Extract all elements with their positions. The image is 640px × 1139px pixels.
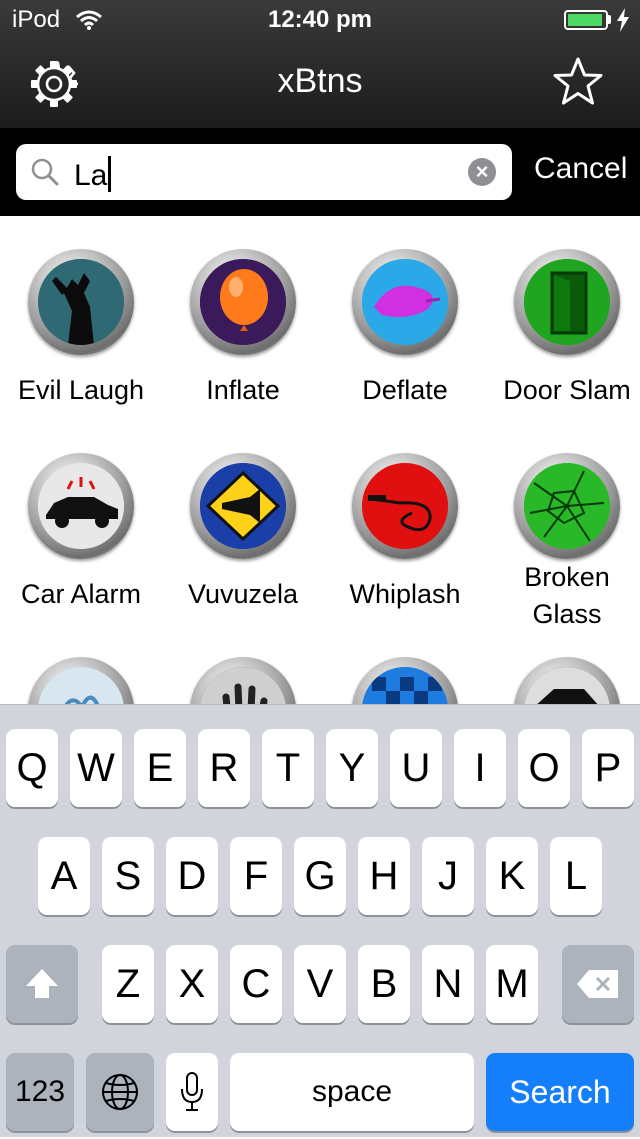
globe-icon bbox=[102, 1074, 138, 1110]
door-icon bbox=[514, 249, 620, 355]
key-l[interactable]: L bbox=[550, 837, 602, 915]
sound-button[interactable]: Deflate bbox=[324, 249, 486, 429]
key-i[interactable]: I bbox=[454, 729, 506, 807]
search-bar: La × Cancel bbox=[0, 128, 640, 216]
key-w[interactable]: W bbox=[70, 729, 122, 807]
checkered-flag-icon bbox=[352, 657, 458, 704]
deflated-balloon-icon bbox=[352, 249, 458, 355]
key-t[interactable]: T bbox=[262, 729, 314, 807]
sound-button[interactable]: Door Slam bbox=[486, 249, 640, 429]
sound-button[interactable]: Car Alarm bbox=[0, 453, 162, 633]
key-y[interactable]: Y bbox=[326, 729, 378, 807]
handprint-icon bbox=[190, 657, 296, 704]
cancel-button[interactable]: Cancel bbox=[534, 152, 627, 186]
sound-button-label: Vuvuzela bbox=[187, 579, 299, 609]
key-k[interactable]: K bbox=[486, 837, 538, 915]
search-input-value: La bbox=[74, 156, 112, 193]
sound-button-label: Whiplash bbox=[349, 579, 461, 609]
status-bar: iPod 12:40 pm bbox=[0, 0, 640, 40]
key-e[interactable]: E bbox=[134, 729, 186, 807]
search-key[interactable]: Search bbox=[486, 1053, 634, 1131]
key-q[interactable]: Q bbox=[6, 729, 58, 807]
sound-button[interactable]: Inflate bbox=[162, 249, 324, 429]
key-o[interactable]: O bbox=[518, 729, 570, 807]
keyboard: 123 space Search QWERTYUIOP ASDFGHJKL ZXCV… bbox=[0, 704, 640, 1137]
sound-button-label: Car Alarm bbox=[20, 579, 142, 609]
sound-button-label: Inflate bbox=[206, 375, 280, 405]
sound-button-label: Deflate bbox=[362, 375, 448, 405]
sound-button[interactable]: Evil Laugh bbox=[0, 249, 162, 429]
space-key[interactable]: space bbox=[230, 1053, 474, 1131]
sound-button[interactable] bbox=[324, 657, 486, 704]
key-b[interactable]: B bbox=[358, 945, 410, 1023]
delete-key[interactable] bbox=[562, 945, 634, 1023]
header: iPod 12:40 pm xBtns bbox=[0, 0, 640, 128]
charging-bolt-icon bbox=[617, 8, 629, 32]
key-a[interactable]: A bbox=[38, 837, 90, 915]
page-title: xBtns bbox=[277, 62, 363, 100]
splash-icon bbox=[28, 657, 134, 704]
key-x[interactable]: X bbox=[166, 945, 218, 1023]
key-g[interactable]: G bbox=[294, 837, 346, 915]
key-p[interactable]: P bbox=[582, 729, 634, 807]
key-u[interactable]: U bbox=[390, 729, 442, 807]
backspace-icon bbox=[577, 970, 618, 998]
star-icon[interactable] bbox=[552, 56, 604, 108]
key-m[interactable]: M bbox=[486, 945, 538, 1023]
silhouette-icon bbox=[28, 249, 134, 355]
key-j[interactable]: J bbox=[422, 837, 474, 915]
key-r[interactable]: R bbox=[198, 729, 250, 807]
dictation-key[interactable] bbox=[166, 1053, 218, 1131]
vuvuzela-icon bbox=[190, 453, 296, 559]
balloon-icon bbox=[190, 249, 296, 355]
search-input[interactable]: La × bbox=[16, 144, 512, 200]
sound-button[interactable] bbox=[0, 657, 162, 704]
key-f[interactable]: F bbox=[230, 837, 282, 915]
clear-text-button[interactable]: × bbox=[468, 158, 496, 186]
sound-button-label: Door Slam bbox=[503, 375, 631, 405]
navigation-bar: xBtns bbox=[0, 40, 640, 128]
numbers-key[interactable]: 123 bbox=[6, 1053, 74, 1131]
car-icon bbox=[28, 453, 134, 559]
sound-button-label: Broken Glass bbox=[524, 562, 610, 629]
sound-button[interactable]: Whiplash bbox=[324, 453, 486, 633]
sound-button-label: Evil Laugh bbox=[17, 375, 145, 405]
key-h[interactable]: H bbox=[358, 837, 410, 915]
battery-icon bbox=[564, 10, 608, 30]
microphone-icon bbox=[181, 1072, 203, 1111]
battery-tip bbox=[608, 15, 611, 24]
sound-button[interactable]: Broken Glass bbox=[486, 453, 640, 633]
shift-key[interactable] bbox=[6, 945, 78, 1023]
sound-button-grid: Evil Laugh Inflate Deflate Door Slam Car Ala… bbox=[0, 216, 640, 704]
sound-button[interactable] bbox=[486, 657, 640, 704]
cracked-glass-icon bbox=[514, 453, 620, 559]
key-c[interactable]: C bbox=[230, 945, 282, 1023]
globe-key[interactable] bbox=[86, 1053, 154, 1131]
car-silhouette-icon bbox=[514, 657, 620, 704]
search-icon bbox=[31, 158, 59, 186]
clock: 12:40 pm bbox=[267, 6, 373, 33]
key-v[interactable]: V bbox=[294, 945, 346, 1023]
key-n[interactable]: N bbox=[422, 945, 474, 1023]
key-d[interactable]: D bbox=[166, 837, 218, 915]
text-cursor bbox=[108, 156, 112, 192]
sound-button[interactable]: Vuvuzela bbox=[162, 453, 324, 633]
shift-icon bbox=[26, 969, 58, 998]
sound-button[interactable] bbox=[162, 657, 324, 704]
key-s[interactable]: S bbox=[102, 837, 154, 915]
key-z[interactable]: Z bbox=[102, 945, 154, 1023]
whip-icon bbox=[352, 453, 458, 559]
